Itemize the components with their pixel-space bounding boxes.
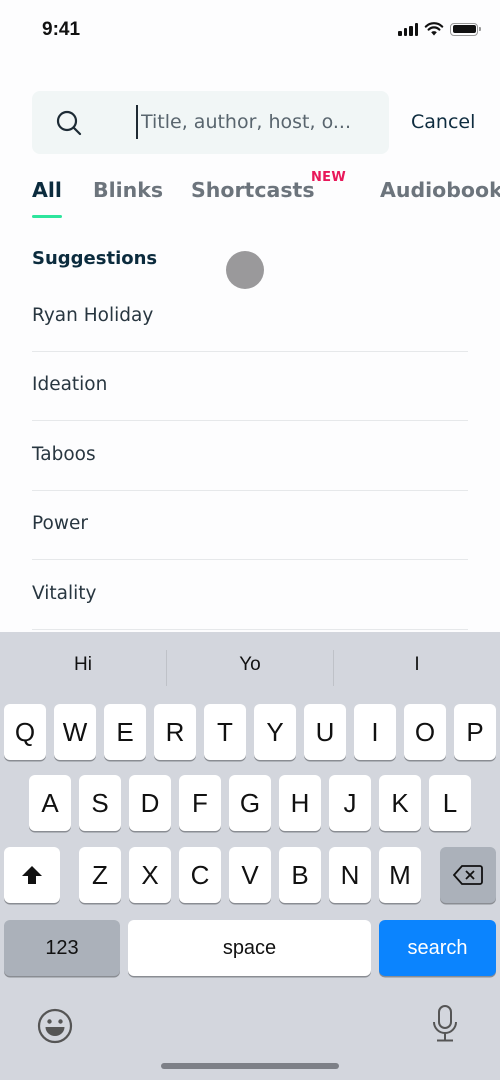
backspace-key[interactable] xyxy=(440,847,496,903)
key-i[interactable]: I xyxy=(354,704,396,760)
suggestion-item[interactable]: Power xyxy=(32,491,468,560)
tab-shortcasts[interactable]: Shortcasts xyxy=(191,178,315,202)
shift-key[interactable] xyxy=(4,847,60,903)
key-h[interactable]: H xyxy=(279,775,321,831)
home-indicator xyxy=(161,1063,339,1069)
status-bar: 9:41 xyxy=(0,0,500,60)
key-x[interactable]: X xyxy=(129,847,171,903)
key-s[interactable]: S xyxy=(79,775,121,831)
status-time: 9:41 xyxy=(42,19,81,40)
suggestion-item[interactable]: Vitality xyxy=(32,560,468,630)
tab-all[interactable]: All xyxy=(32,178,62,202)
key-k[interactable]: K xyxy=(379,775,421,831)
new-badge: NEW xyxy=(311,170,346,185)
key-q[interactable]: Q xyxy=(4,704,46,760)
key-p[interactable]: P xyxy=(454,704,496,760)
suggestions-heading: Suggestions xyxy=(32,248,158,269)
key-y[interactable]: Y xyxy=(254,704,296,760)
status-icons xyxy=(398,22,481,36)
active-tab-indicator xyxy=(32,215,62,218)
key-u[interactable]: U xyxy=(304,704,346,760)
battery-icon xyxy=(450,22,481,36)
emoji-icon[interactable] xyxy=(37,1008,73,1044)
key-f[interactable]: F xyxy=(179,775,221,831)
keyboard: Hi Yo I QWERTYUIOP ASDFGHJKL ZXCVBNM 123… xyxy=(0,632,500,1080)
key-n[interactable]: N xyxy=(329,847,371,903)
prediction-item[interactable]: Hi xyxy=(0,654,166,676)
key-e[interactable]: E xyxy=(104,704,146,760)
search-icon xyxy=(56,110,82,136)
space-key[interactable]: space xyxy=(128,920,371,976)
suggestion-item[interactable]: Ideation xyxy=(32,352,468,421)
key-v[interactable]: V xyxy=(229,847,271,903)
suggestion-list: Ryan Holiday Ideation Taboos Power Vital… xyxy=(32,282,468,630)
key-l[interactable]: L xyxy=(429,775,471,831)
key-m[interactable]: M xyxy=(379,847,421,903)
key-t[interactable]: T xyxy=(204,704,246,760)
wifi-icon xyxy=(424,22,444,36)
prediction-bar: Hi Yo I xyxy=(0,632,500,702)
cancel-button[interactable]: Cancel xyxy=(411,111,475,133)
key-c[interactable]: C xyxy=(179,847,221,903)
prediction-item[interactable]: I xyxy=(334,654,500,676)
microphone-icon[interactable] xyxy=(430,1004,460,1044)
key-w[interactable]: W xyxy=(54,704,96,760)
search-box[interactable] xyxy=(32,91,389,154)
search-key[interactable]: search xyxy=(379,920,496,976)
tab-audiobooks[interactable]: Audiobooks xyxy=(380,178,500,202)
key-d[interactable]: D xyxy=(129,775,171,831)
key-o[interactable]: O xyxy=(404,704,446,760)
key-j[interactable]: J xyxy=(329,775,371,831)
search-input[interactable] xyxy=(136,105,376,139)
key-r[interactable]: R xyxy=(154,704,196,760)
key-z[interactable]: Z xyxy=(79,847,121,903)
key-b[interactable]: B xyxy=(279,847,321,903)
suggestion-item[interactable]: Ryan Holiday xyxy=(32,282,468,352)
screen: 9:41 Cancel All Blinks Shortcasts Audiob… xyxy=(0,0,500,1080)
key-a[interactable]: A xyxy=(29,775,71,831)
prediction-item[interactable]: Yo xyxy=(167,654,333,676)
numbers-key[interactable]: 123 xyxy=(4,920,120,976)
cellular-signal-icon xyxy=(398,23,418,36)
backspace-icon xyxy=(453,865,483,885)
shift-icon xyxy=(22,866,42,884)
touch-indicator xyxy=(226,251,264,289)
key-g[interactable]: G xyxy=(229,775,271,831)
suggestion-item[interactable]: Taboos xyxy=(32,421,468,491)
tab-blinks[interactable]: Blinks xyxy=(93,178,163,202)
category-tabs: All Blinks Shortcasts Audiobooks xyxy=(0,170,500,220)
